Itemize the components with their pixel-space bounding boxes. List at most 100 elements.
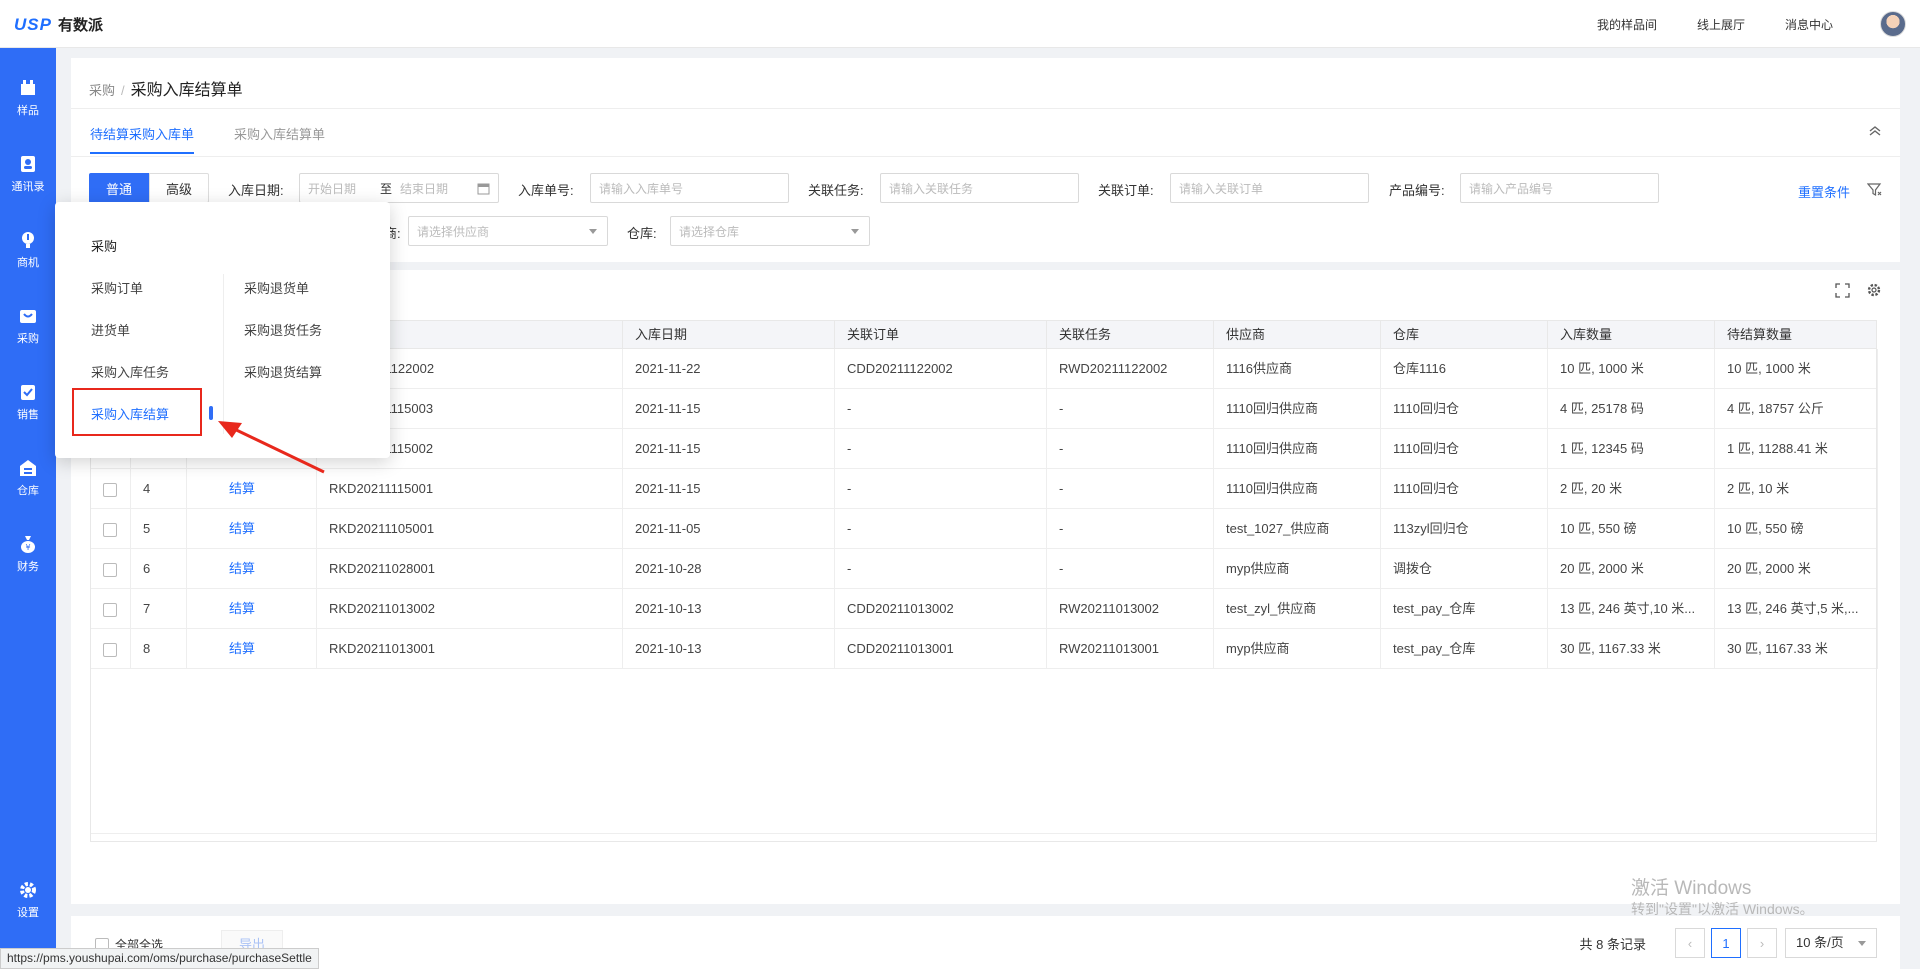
cell-inbound-no: RKD20211105001 — [317, 509, 623, 549]
next-page-button[interactable]: › — [1747, 928, 1777, 958]
reset-button[interactable]: 重置条件 — [1798, 182, 1850, 201]
mode-advanced-button[interactable]: 高级 — [149, 173, 209, 203]
gear-icon[interactable] — [1866, 282, 1882, 301]
breadcrumb-parent[interactable]: 采购 — [89, 83, 115, 98]
sidebar-item-opportunity[interactable]: 商机 — [0, 230, 56, 270]
cell-warehouse: 1110回归仓 — [1381, 469, 1548, 509]
warehouse-select[interactable]: 请选择仓库 — [670, 216, 870, 246]
cell-pending: 10 匹, 550 磅 — [1715, 509, 1878, 549]
cell-pending: 4 匹, 18757 公斤 — [1715, 389, 1878, 429]
cell-date: 2021-11-15 — [623, 389, 835, 429]
inbound-no-input[interactable]: 请输入入库单号 — [590, 173, 789, 203]
product-input[interactable]: 请输入产品编号 — [1460, 173, 1659, 203]
th-date: 入库日期 — [623, 321, 835, 349]
opportunity-icon — [22, 232, 34, 248]
cell-inbound-no: RKD20211013002 — [317, 589, 623, 629]
sidebar-item-sales[interactable]: 销售 — [0, 382, 56, 422]
cell-task: - — [1047, 549, 1214, 589]
sidebar-item-settings[interactable]: 设置 — [0, 880, 56, 920]
menu-item-return-order[interactable]: 采购退货单 — [244, 278, 309, 297]
nav-my-sample-room[interactable]: 我的样品间 — [1597, 16, 1657, 33]
row-checkbox-box[interactable] — [103, 602, 117, 617]
main-card: 采购 / 采购入库结算单 待结算采购入库单 采购入库结算单 普通 高级 入库日期: … — [71, 58, 1900, 904]
table-row: 7 结算 RKD20211013002 2021-10-13 CDD2021101300… — [91, 589, 1878, 629]
sales-icon — [21, 385, 35, 400]
app-logo[interactable]: USP 有数派 — [14, 14, 103, 35]
annotation-arrow-icon — [218, 421, 325, 474]
table-scrollbar[interactable] — [91, 833, 1876, 841]
sidebar-item-sample[interactable]: 样品 — [0, 78, 56, 118]
menu-item-inbound-task[interactable]: 采购入库任务 — [91, 362, 169, 381]
cell-date: 2021-10-13 — [623, 629, 835, 669]
cell-qty: 20 匹, 2000 米 — [1548, 549, 1715, 589]
cell-inbound-no: RKD20211028001 — [317, 549, 623, 589]
sidebar-item-label: 财务 — [17, 561, 39, 573]
nav-online-showroom[interactable]: 线上展厅 — [1697, 16, 1745, 33]
cell-index: 6 — [131, 549, 187, 589]
table-row: 4 结算 RKD20211115001 2021-11-15- -1110回归供应商 11… — [91, 469, 1878, 509]
menu-item-return-settlement[interactable]: 采购退货结算 — [244, 362, 322, 381]
chevron-up-icon[interactable] — [1868, 124, 1882, 141]
sidebar-item-label: 样品 — [17, 105, 39, 117]
task-input[interactable]: 请输入关联任务 — [880, 173, 1079, 203]
order-placeholder: 请输入关联订单 — [1179, 181, 1264, 196]
chevron-left-icon: ‹ — [1687, 935, 1693, 951]
cell-index: 5 — [131, 509, 187, 549]
settle-link[interactable]: 结算 — [187, 589, 317, 629]
mode-normal-button[interactable]: 普通 — [89, 173, 149, 203]
row-checkbox — [91, 469, 131, 509]
table-row: 8 结算 RKD20211013001 2021-10-13 CDD2021101300… — [91, 629, 1878, 669]
sidebar-item-label: 商机 — [17, 257, 39, 269]
cell-date: 2021-11-05 — [623, 509, 835, 549]
row-checkbox-box[interactable] — [103, 642, 117, 657]
breadcrumb: 采购 / 采购入库结算单 — [89, 76, 243, 100]
th-supplier: 供应商 — [1214, 321, 1381, 349]
cell-qty: 10 匹, 1000 米 — [1548, 349, 1715, 389]
logo-mark: USP — [14, 14, 52, 34]
cell-task: - — [1047, 429, 1214, 469]
prev-page-button[interactable]: ‹ — [1675, 928, 1705, 958]
menu-item-purchase-order[interactable]: 采购订单 — [91, 278, 143, 297]
row-checkbox-box[interactable] — [103, 562, 117, 577]
settle-link[interactable]: 结算 — [187, 549, 317, 589]
date-label: 入库日期: — [228, 183, 284, 198]
page-size-value: 10 条/页 — [1796, 935, 1844, 950]
nav-message-center[interactable]: 消息中心 — [1785, 16, 1833, 33]
fullscreen-icon[interactable] — [1835, 283, 1850, 301]
cell-task: RW20211013001 — [1047, 629, 1214, 669]
row-checkbox-box[interactable] — [103, 522, 117, 537]
finance-icon: ¥ — [21, 536, 35, 553]
calendar-icon — [477, 183, 490, 195]
menu-item-stock-in[interactable]: 进货单 — [91, 320, 130, 339]
gear-icon — [20, 882, 36, 898]
sidebar-item-label: 采购 — [17, 333, 39, 345]
th-warehouse: 仓库 — [1381, 321, 1548, 349]
settle-link[interactable]: 结算 — [187, 629, 317, 669]
settle-link[interactable]: 结算 — [187, 509, 317, 549]
sidebar-item-contacts[interactable]: 通讯录 — [0, 154, 56, 194]
row-checkbox-box[interactable] — [103, 482, 117, 497]
th-qty: 入库数量 — [1548, 321, 1715, 349]
cell-warehouse: test_pay_仓库 — [1381, 589, 1548, 629]
cell-index: 7 — [131, 589, 187, 629]
avatar[interactable] — [1880, 11, 1906, 37]
cell-date: 2021-10-13 — [623, 589, 835, 629]
menu-item-return-task[interactable]: 采购退货任务 — [244, 320, 322, 339]
sidebar-item-warehouse[interactable]: 仓库 — [0, 458, 56, 498]
filter-icon[interactable] — [1866, 182, 1882, 200]
sidebar-item-finance[interactable]: ¥ 财务 — [0, 534, 56, 574]
page-button-current[interactable]: 1 — [1711, 928, 1741, 958]
order-input[interactable]: 请输入关联订单 — [1170, 173, 1369, 203]
inbound-no-placeholder: 请输入入库单号 — [599, 181, 684, 196]
sample-icon — [21, 80, 35, 95]
tab-settlement-list[interactable]: 采购入库结算单 — [234, 124, 325, 143]
cell-pending: 20 匹, 2000 米 — [1715, 549, 1878, 589]
activation-watermark-title: 激活 Windows — [1631, 878, 1752, 899]
task-label: 关联任务: — [808, 183, 864, 198]
date-range-input[interactable]: 开始日期 至 结束日期 — [299, 173, 499, 203]
page-size-select[interactable]: 10 条/页 — [1785, 928, 1877, 958]
supplier-select[interactable]: 请选择供应商 — [408, 216, 608, 246]
sidebar-item-purchase[interactable]: 采购 — [0, 306, 56, 346]
cell-index: 4 — [131, 469, 187, 509]
tab-pending-settlement[interactable]: 待结算采购入库单 — [90, 124, 195, 154]
